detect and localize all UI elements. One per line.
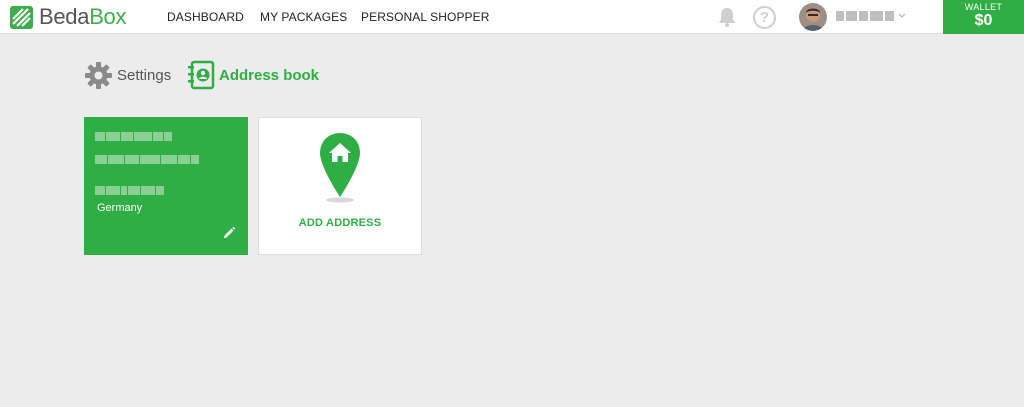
address-street-blurred bbox=[95, 155, 199, 164]
tab-settings-label: Settings bbox=[117, 66, 172, 84]
tab-address-book-label: Address book bbox=[219, 66, 320, 84]
logo[interactable]: BedaBox bbox=[10, 3, 127, 31]
logo-text-beda: Beda bbox=[39, 4, 90, 29]
pencil-icon[interactable] bbox=[222, 226, 236, 240]
help-icon[interactable]: ? bbox=[753, 6, 776, 29]
tab-settings[interactable]: Settings bbox=[84, 60, 171, 90]
username-blurred[interactable] bbox=[836, 11, 894, 21]
bell-icon[interactable] bbox=[716, 6, 738, 28]
nav-personal-shopper[interactable]: PERSONAL SHOPPER bbox=[361, 0, 490, 34]
add-address-label[interactable]: ADD ADDRESS bbox=[259, 217, 421, 229]
wallet-label: WALLET bbox=[964, 2, 1003, 12]
logo-icon bbox=[10, 5, 33, 29]
wallet-button[interactable]: WALLET $0 bbox=[943, 0, 1024, 34]
address-book-icon bbox=[188, 60, 215, 90]
avatar[interactable] bbox=[799, 3, 827, 31]
nav-dashboard[interactable]: DASHBOARD bbox=[167, 0, 244, 34]
address-name-blurred bbox=[95, 132, 172, 141]
home-pin-icon[interactable] bbox=[316, 131, 364, 203]
address-city-blurred bbox=[95, 186, 164, 195]
top-bar: BedaBox DASHBOARD MY PACKAGES PERSONAL S… bbox=[0, 0, 1024, 34]
address-country: Germany bbox=[97, 202, 143, 214]
logo-text-box: Box bbox=[89, 4, 127, 29]
wallet-amount: $0 bbox=[974, 12, 993, 29]
tab-address-book[interactable]: Address book bbox=[187, 60, 319, 90]
nav-my-packages[interactable]: MY PACKAGES bbox=[260, 0, 347, 34]
help-glyph: ? bbox=[759, 9, 770, 26]
gear-icon bbox=[85, 61, 112, 89]
chevron-down-icon[interactable] bbox=[897, 10, 907, 20]
